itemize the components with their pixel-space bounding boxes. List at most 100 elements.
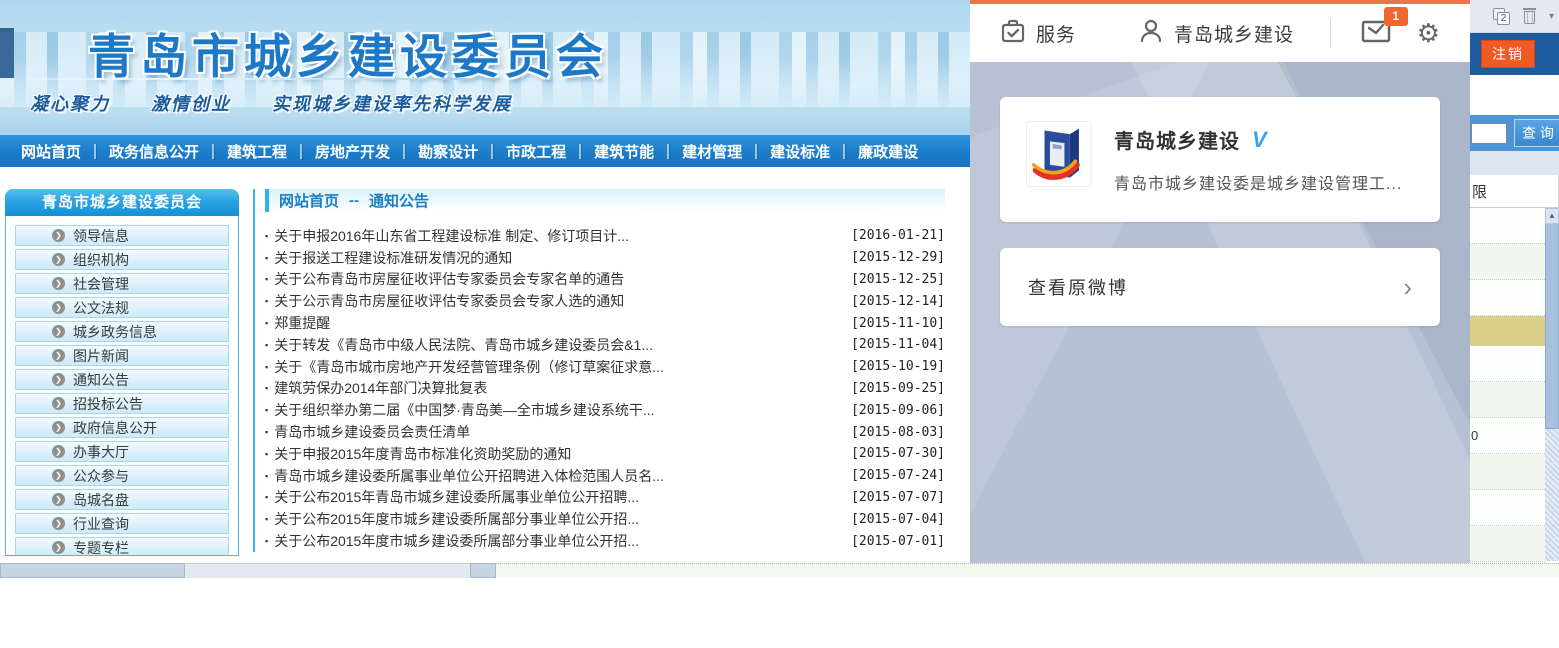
notice-row[interactable]: ▪关于《青岛市城市房地产开发经营管理条例（修订草案征求意...[2015-10-…: [265, 356, 945, 378]
notice-row[interactable]: ▪郑重提醒[2015-11-10]: [265, 312, 945, 334]
query-button[interactable]: 查 询: [1514, 119, 1559, 147]
table-row[interactable]: [1470, 208, 1545, 244]
breadcrumb-separator: --: [349, 192, 359, 209]
sidebar-item-regulations[interactable]: ❯公文法规: [15, 297, 229, 318]
vscroll-thumb[interactable]: [1545, 224, 1559, 429]
table-row[interactable]: [1470, 526, 1545, 562]
sidebar-item-special-topics[interactable]: ❯专题专栏: [15, 537, 229, 556]
account-menu[interactable]: 青岛城乡建设: [1138, 18, 1294, 49]
sidebar-item-service-hall[interactable]: ❯办事大厅: [15, 441, 229, 462]
profile-card[interactable]: 青岛城乡建设 V 青岛市城乡建设委是城乡建设管理工...: [1000, 97, 1440, 222]
notice-date: [2015-07-01]: [839, 534, 945, 549]
sidebar-item-photo-news[interactable]: ❯图片新闻: [15, 345, 229, 366]
notice-row[interactable]: ▪关于公示青岛市房屋征收评估专家委员会专家人选的通知[2015-12-14]: [265, 290, 945, 312]
view-original-weibo-link[interactable]: 查看原微博 ›: [1000, 248, 1440, 326]
gear-icon[interactable]: ⚙: [1417, 20, 1440, 46]
notice-row[interactable]: ▪关于报送工程建设标准研发情况的通知[2015-12-29]: [265, 247, 945, 269]
table-row[interactable]: [1470, 382, 1545, 418]
table-header-fragment: 限: [1470, 175, 1559, 208]
sidebar-item-participation[interactable]: ❯公众参与: [15, 465, 229, 486]
hscroll-filler: [496, 563, 1559, 578]
hscroll-thumb[interactable]: [0, 563, 185, 578]
portal-window-fragment: 2 ▾ 注销 查 询 限 0: [1470, 0, 1559, 563]
notice-date: [2015-09-06]: [839, 403, 945, 418]
tab-count-icon[interactable]: 2: [1493, 8, 1510, 25]
nav-item-home[interactable]: 网站首页: [8, 141, 94, 162]
verified-icon: V: [1252, 127, 1267, 153]
sidebar-item-social[interactable]: ❯社会管理: [15, 273, 229, 294]
notice-row[interactable]: ▪青岛市城乡建设委员会责任清单[2015-08-03]: [265, 421, 945, 443]
site-title: 青岛市城乡建设委员会: [88, 18, 608, 87]
hscroll-thumb[interactable]: [470, 563, 496, 578]
table-row[interactable]: [1470, 454, 1545, 490]
sidebar-item-bidding[interactable]: ❯招投标公告: [15, 393, 229, 414]
notice-row[interactable]: ▪关于公布青岛市房屋征收评估专家委员会专家名单的通告[2015-12-25]: [265, 269, 945, 291]
notice-row[interactable]: ▪关于申报2015年度青岛市标准化资助奖励的通知[2015-07-30]: [265, 443, 945, 465]
sidebar-title: 青岛市城乡建设委员会: [5, 189, 239, 216]
table-row[interactable]: [1470, 490, 1545, 526]
notice-row[interactable]: ▪建筑劳保办2014年部门决算批复表[2015-09-25]: [265, 378, 945, 400]
table-row[interactable]: [1470, 244, 1545, 280]
envelope-icon: [1361, 31, 1391, 48]
header-divider: [1330, 18, 1331, 48]
nav-item-energy[interactable]: 建筑节能: [581, 141, 667, 162]
briefcase-check-icon: [1000, 18, 1026, 49]
vscroll-track[interactable]: [1545, 429, 1559, 561]
bullet-icon: ▪: [265, 274, 268, 284]
notice-date: [2015-12-14]: [839, 294, 945, 309]
notice-row[interactable]: ▪关于组织举办第二届《中国梦·青岛美—全市城乡建设系统干...[2015-09-…: [265, 399, 945, 421]
weibo-panel-header: 服务 青岛城乡建设 1 ⚙: [970, 4, 1470, 62]
breadcrumb-home[interactable]: 网站首页: [279, 190, 339, 211]
table-row[interactable]: [1470, 346, 1545, 382]
screen: 青岛市城乡建设委员会 凝心聚力 激情创业 实现城乡建设率先科学发展 网站首页 政…: [0, 0, 1559, 648]
tab-count: 2: [1497, 12, 1510, 25]
view-weibo-label: 查看原微博: [1028, 274, 1128, 300]
nav-item-municipal[interactable]: 市政工程: [493, 141, 579, 162]
sidebar-item-info-disclosure[interactable]: ❯政府信息公开: [15, 417, 229, 438]
nav-item-integrity[interactable]: 廉政建设: [845, 141, 931, 162]
hscroll-track[interactable]: [185, 563, 470, 578]
sidebar-item-industry-query[interactable]: ❯行业查询: [15, 513, 229, 534]
nav-item-realestate[interactable]: 房地产开发: [302, 141, 403, 162]
service-menu[interactable]: 服务: [1000, 18, 1076, 49]
sidebar-item-properties[interactable]: ❯岛城名盘: [15, 489, 229, 510]
portal-subheader: [1470, 151, 1559, 175]
notice-date: [2015-07-07]: [839, 490, 945, 505]
breadcrumb: 网站首页 -- 通知公告: [265, 189, 945, 212]
sidebar-item-organization[interactable]: ❯组织机构: [15, 249, 229, 270]
logout-button[interactable]: 注销: [1481, 40, 1535, 68]
nav-item-materials[interactable]: 建材管理: [669, 141, 755, 162]
arrow-circle-icon: ❯: [52, 229, 65, 242]
notice-row[interactable]: ▪关于公布2015年度市城乡建设委所属部分事业单位公开招...[2015-07-…: [265, 530, 945, 552]
table-row[interactable]: 0: [1470, 418, 1545, 454]
notice-row[interactable]: ▪关于公布2015年度市城乡建设委所属部分事业单位公开招...[2015-07-…: [265, 508, 945, 530]
table-row-highlighted[interactable]: [1470, 316, 1545, 346]
nav-item-standards[interactable]: 建设标准: [757, 141, 843, 162]
sidebar-menu: ❯领导信息 ❯组织机构 ❯社会管理 ❯公文法规 ❯城乡政务信息 ❯图片新闻 ❯通…: [5, 216, 239, 556]
sidebar-item-gov-affairs[interactable]: ❯城乡政务信息: [15, 321, 229, 342]
avatar: [1026, 121, 1092, 187]
trash-icon[interactable]: [1522, 8, 1537, 25]
notice-row[interactable]: ▪关于转发《青岛市中级人民法院、青岛市城乡建设委员会&1...[2015-11-…: [265, 334, 945, 356]
arrow-circle-icon: ❯: [52, 517, 65, 530]
nav-item-gov-info[interactable]: 政务信息公开: [96, 141, 212, 162]
notice-date: [2015-07-30]: [839, 446, 945, 461]
notice-row[interactable]: ▪关于公布2015年青岛市城乡建设委所属事业单位公开招聘...[2015-07-…: [265, 487, 945, 509]
query-input[interactable]: [1471, 123, 1507, 144]
main-column: 网站首页 -- 通知公告 ▪关于申报2016年山东省工程建设标准 制定、修订项目…: [253, 189, 945, 552]
nav-item-survey-design[interactable]: 勘察设计: [405, 141, 491, 162]
notice-date: [2015-12-25]: [839, 272, 945, 287]
messages-button[interactable]: 1: [1361, 18, 1391, 49]
caret-down-icon[interactable]: ▾: [1549, 11, 1554, 22]
sidebar-item-leaders[interactable]: ❯领导信息: [15, 225, 229, 246]
scroll-up-button[interactable]: ▲: [1545, 208, 1559, 224]
bullet-icon: ▪: [265, 514, 268, 524]
notice-row[interactable]: ▪关于申报2016年山东省工程建设标准 制定、修订项目计...[2016-01-…: [265, 225, 945, 247]
table-row[interactable]: [1470, 280, 1545, 316]
notice-row[interactable]: ▪青岛市城乡建设委所属事业单位公开招聘进入体检范围人员名...[2015-07-…: [265, 465, 945, 487]
slogan-part: 凝心聚力: [30, 94, 110, 114]
slogan-part: 激情创业: [151, 94, 231, 114]
nav-item-construction[interactable]: 建筑工程: [214, 141, 300, 162]
notice-date: [2015-09-25]: [839, 381, 945, 396]
sidebar-item-notices[interactable]: ❯通知公告: [15, 369, 229, 390]
